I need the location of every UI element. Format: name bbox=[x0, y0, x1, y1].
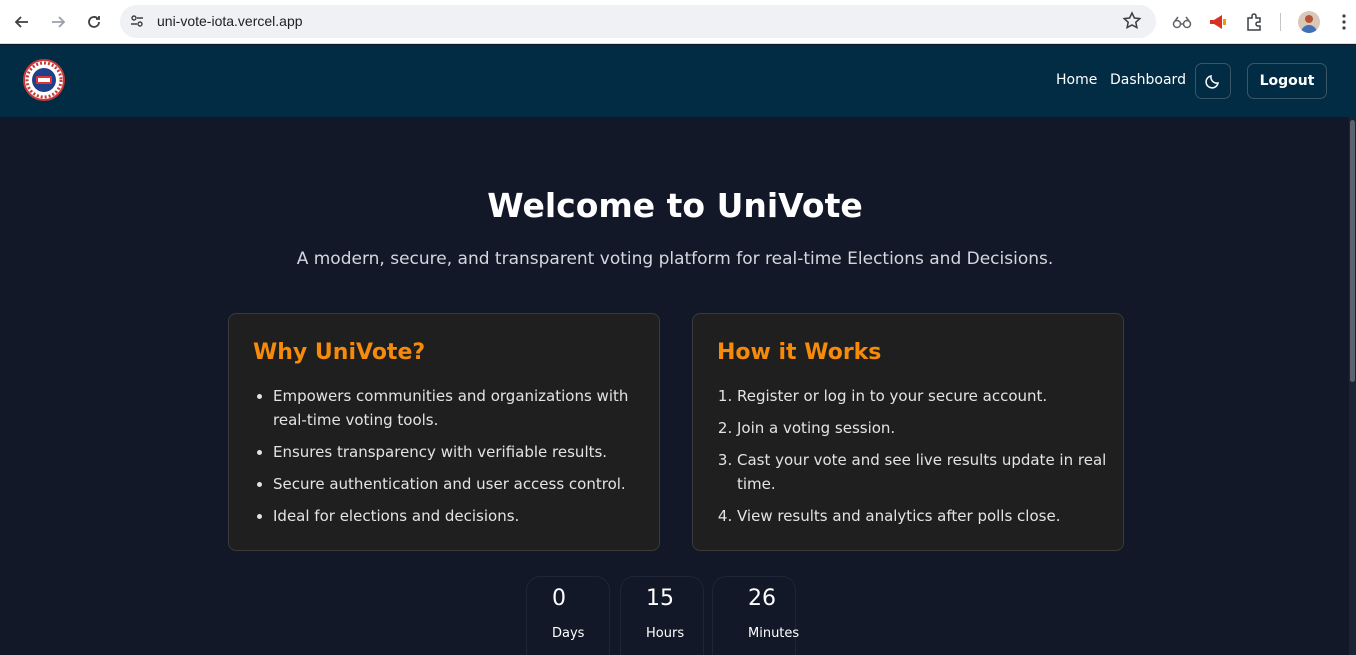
list-item: Ideal for elections and decisions. bbox=[273, 504, 643, 528]
browser-toolbar: uni-vote-iota.vercel.app bbox=[0, 0, 1356, 44]
countdown-days-box bbox=[526, 576, 610, 655]
back-icon[interactable] bbox=[6, 6, 38, 38]
page-scrollbar-thumb[interactable] bbox=[1350, 120, 1355, 382]
extensions-puzzle-icon[interactable] bbox=[1242, 10, 1266, 34]
countdown-minutes-value: 26 bbox=[748, 586, 776, 611]
why-list: Empowers communities and organizations w… bbox=[273, 384, 643, 536]
reload-icon[interactable] bbox=[78, 6, 110, 38]
page-subtitle: A modern, secure, and transparent voting… bbox=[296, 249, 1054, 269]
countdown-hours-value: 15 bbox=[646, 586, 674, 611]
how-steps-list: Register or log in to your secure accoun… bbox=[737, 384, 1107, 536]
univote-logo[interactable] bbox=[23, 59, 65, 101]
theme-toggle-button[interactable] bbox=[1195, 63, 1231, 99]
list-item: View results and analytics after polls c… bbox=[737, 504, 1107, 528]
list-item: Join a voting session. bbox=[737, 416, 1107, 440]
list-item: Empowers communities and organizations w… bbox=[273, 384, 643, 432]
why-univote-card: Why UniVote? Empowers communities and or… bbox=[228, 313, 660, 551]
countdown-days-label: Days bbox=[552, 626, 585, 641]
app-navbar: Home Dashboard Logout bbox=[0, 45, 1356, 117]
list-item: Register or log in to your secure accoun… bbox=[737, 384, 1107, 408]
browser-menu-icon[interactable] bbox=[1328, 6, 1356, 38]
list-item: Ensures transparency with verifiable res… bbox=[273, 440, 643, 464]
forward-icon[interactable] bbox=[42, 6, 74, 38]
how-it-works-card: How it Works Register or log in to your … bbox=[692, 313, 1124, 551]
logout-button[interactable]: Logout bbox=[1247, 63, 1327, 99]
profile-avatar[interactable] bbox=[1298, 11, 1320, 33]
bookmark-star-icon[interactable] bbox=[1122, 11, 1142, 31]
list-item: Cast your vote and see live results upda… bbox=[737, 448, 1107, 496]
list-item: Secure authentication and user access co… bbox=[273, 472, 643, 496]
toolbar-divider bbox=[1280, 13, 1281, 31]
extension-megaphone-icon[interactable] bbox=[1206, 10, 1230, 34]
address-bar[interactable]: uni-vote-iota.vercel.app bbox=[120, 5, 1156, 38]
nav-home-link[interactable]: Home bbox=[1056, 72, 1097, 88]
site-settings-icon[interactable] bbox=[129, 13, 145, 29]
page-title: Welcome to UniVote bbox=[487, 186, 863, 225]
moon-icon bbox=[1205, 75, 1219, 89]
countdown-minutes-label: Minutes bbox=[748, 626, 800, 641]
how-card-title: How it Works bbox=[717, 340, 882, 365]
why-card-title: Why UniVote? bbox=[253, 340, 426, 365]
nav-dashboard-link[interactable]: Dashboard bbox=[1110, 72, 1186, 88]
extension-glasses-icon[interactable] bbox=[1170, 10, 1194, 34]
countdown-hours-label: Hours bbox=[646, 626, 685, 641]
url-text[interactable]: uni-vote-iota.vercel.app bbox=[157, 13, 303, 29]
countdown-days-value: 0 bbox=[552, 586, 566, 611]
